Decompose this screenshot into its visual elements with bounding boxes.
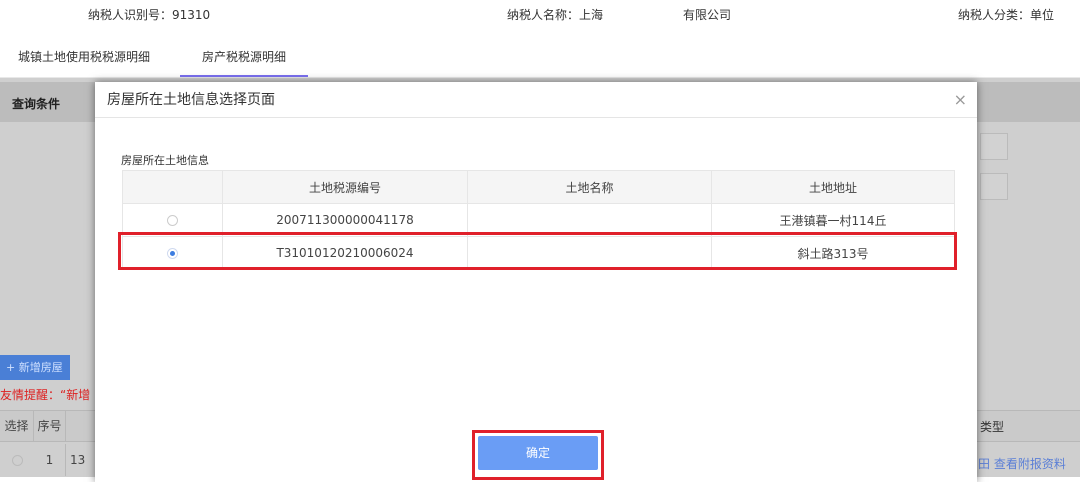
- bg-input: [980, 133, 1008, 160]
- taxpayer-name: 纳税人名称：上海: [507, 8, 604, 22]
- bg-radio: [12, 455, 23, 466]
- col-address: 土地地址: [711, 170, 955, 204]
- confirm-highlight-box: [472, 430, 604, 480]
- row-highlight-box: [118, 232, 957, 270]
- col-code: 土地税源编号: [222, 170, 468, 204]
- view-attachment-link: 田 查看附报资料: [978, 457, 1066, 471]
- company-suffix: 有限公司: [683, 8, 732, 22]
- row-radio[interactable]: [167, 215, 178, 226]
- query-title: 查询条件: [12, 97, 61, 111]
- table-header: 土地税源编号 土地名称 土地地址: [122, 170, 955, 204]
- col-select: [122, 170, 223, 204]
- tab-property-tax[interactable]: 房产税税源明细: [180, 47, 309, 77]
- tab-land-use-tax[interactable]: 城镇土地使用税税源明细: [18, 47, 150, 77]
- taxpayer-id: 纳税人识别号：91310: [88, 8, 211, 22]
- taxpayer-type: 纳税人分类：单位: [958, 8, 1055, 22]
- bg-row-index: 1: [34, 444, 66, 476]
- bg-col-select: 选择: [0, 410, 34, 442]
- land-select-dialog: 房屋所在土地信息选择页面 × 房屋所在土地信息 土地税源编号 土地名称 土地地址…: [95, 82, 977, 482]
- add-house-button: + 新增房屋: [0, 355, 70, 380]
- col-name: 土地名称: [467, 170, 712, 204]
- tip-text: 友情提醒：“新增: [0, 388, 91, 402]
- dialog-title: 房屋所在土地信息选择页面: [95, 82, 977, 118]
- bg-col-index: 序号: [34, 410, 66, 442]
- bg-type-header: 类型: [980, 420, 1005, 434]
- close-icon[interactable]: ×: [954, 82, 967, 118]
- bg-input: [980, 173, 1008, 200]
- section-label: 房屋所在土地信息: [121, 154, 209, 167]
